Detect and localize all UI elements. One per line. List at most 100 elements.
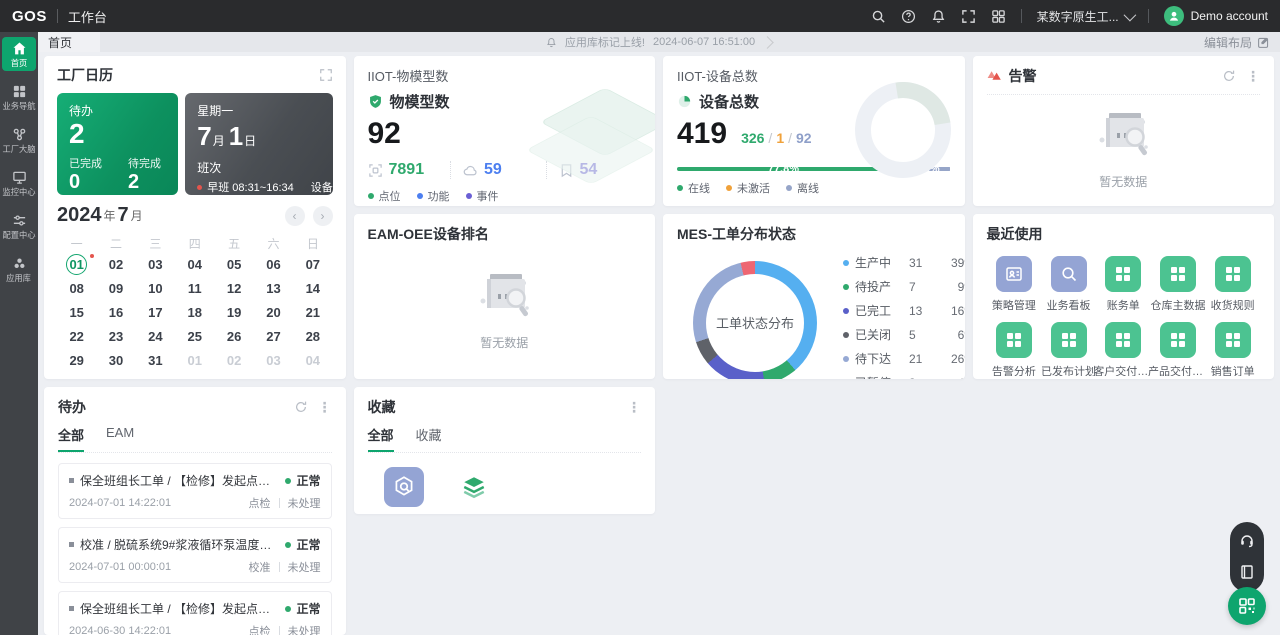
sliders-icon	[12, 213, 27, 228]
calendar-day[interactable]: 23	[96, 324, 135, 348]
sidebar-item-monitor-center[interactable]: 监控中心	[2, 166, 36, 200]
calendar-day[interactable]: 04	[293, 348, 332, 372]
calendar-day[interactable]: 12	[214, 276, 253, 300]
manual-icon[interactable]	[1239, 564, 1255, 580]
legend-item: 事件	[465, 188, 499, 204]
calendar-day[interactable]: 02	[214, 348, 253, 372]
cloud-icon	[463, 165, 477, 175]
more-icon[interactable]: ⋮	[1246, 69, 1260, 83]
tab-item[interactable]: EAM	[106, 425, 134, 452]
app-shortcut[interactable]: 客户交付计...	[1093, 322, 1153, 376]
app-shortcut[interactable]: 告警分析	[987, 322, 1042, 376]
app-shortcut[interactable]: 产品交付计...	[1148, 322, 1208, 376]
calendar-day[interactable]: 18	[175, 300, 214, 324]
app-icon	[1105, 322, 1142, 358]
weekday-label: 六	[267, 237, 280, 251]
calendar-day[interactable]: 22	[57, 324, 96, 348]
more-icon[interactable]: ⋮	[318, 400, 332, 414]
search-icon[interactable]	[871, 9, 886, 24]
calendar-day[interactable]: 02	[96, 252, 135, 276]
calendar-day[interactable]: 16	[96, 300, 135, 324]
todo-summary-card[interactable]: 待办 2 已完成 0 待完成 2	[57, 93, 179, 195]
announcement-bar[interactable]: 应用库标记上线! 2024-06-07 16:51:00	[546, 34, 774, 50]
calendar-day[interactable]: 08	[57, 276, 96, 300]
prev-month-button[interactable]: ‹	[284, 205, 305, 226]
app-shortcut[interactable]: 策略管理	[987, 256, 1042, 310]
today-card[interactable]: 星期一 7月1日 班次 早班 08:31~16:34 设备资产管理-EA	[185, 93, 333, 195]
fullscreen-icon[interactable]	[961, 9, 976, 24]
scan-icon	[368, 163, 382, 177]
app-shortcut[interactable]: 收货规则	[1205, 256, 1260, 310]
app-shortcut[interactable]: 已发布计划	[1041, 322, 1096, 376]
calendar-day[interactable]: 06	[254, 252, 293, 276]
account-menu[interactable]: Demo account	[1163, 6, 1268, 26]
calendar-day[interactable]: 14	[293, 276, 332, 300]
calendar-day[interactable]: 27	[254, 324, 293, 348]
calendar-day[interactable]: 09	[96, 276, 135, 300]
calendar-day[interactable]: 07	[293, 252, 332, 276]
card-title: 最近使用	[986, 226, 1043, 242]
calendar-day[interactable]: 20	[254, 300, 293, 324]
help-icon[interactable]	[901, 9, 916, 24]
todo-item[interactable]: 保全班组长工单 / 【检修】发起点检 ... 正常 2024-07-01 14:…	[58, 463, 332, 519]
tab-item[interactable]: 收藏	[416, 425, 442, 452]
sidebar-item-business-nav[interactable]: 业务导航	[2, 80, 36, 114]
weekday-row: 一二三四五六日	[57, 235, 333, 252]
app-icon	[1159, 256, 1196, 292]
calendar-day[interactable]: 03	[254, 348, 293, 372]
calendar-day[interactable]: 15	[57, 300, 96, 324]
headset-support-icon[interactable]	[1239, 532, 1255, 548]
fav-item[interactable]: 我的公告	[382, 467, 426, 514]
qr-code-button[interactable]	[1228, 587, 1266, 625]
calendar-day[interactable]: 11	[175, 276, 214, 300]
fav-item[interactable]: 设备类型	[452, 467, 496, 514]
calendar-day[interactable]: 21	[293, 300, 332, 324]
refresh-icon[interactable]	[294, 400, 308, 414]
app-icon	[1050, 322, 1087, 358]
calendar-day[interactable]: 19	[214, 300, 253, 324]
calendar-day[interactable]: 05	[214, 252, 253, 276]
app-shortcut[interactable]: 仓库主数据	[1150, 256, 1205, 310]
more-icon[interactable]: ⋮	[627, 400, 641, 414]
sidebar-item-app-library[interactable]: 应用库	[2, 252, 36, 286]
calendar-day[interactable]: 29	[57, 348, 96, 372]
stat-value: 7891	[388, 161, 425, 178]
app-shortcut[interactable]: 业务看板	[1041, 256, 1096, 310]
card-title: EAM-OEE设备排名	[367, 226, 489, 242]
calendar-day[interactable]: 17	[136, 300, 175, 324]
tab-item[interactable]: 全部	[367, 425, 394, 452]
calendar-day[interactable]: 01	[175, 348, 214, 372]
apps-grid-icon[interactable]	[991, 9, 1006, 24]
next-month-button[interactable]: ›	[312, 205, 333, 226]
calendar-day[interactable]: 10	[136, 276, 175, 300]
expand-icon[interactable]	[319, 68, 333, 82]
calendar-day[interactable]: 04	[175, 252, 214, 276]
app-shortcut[interactable]: 账务单	[1096, 256, 1151, 310]
edit-icon	[1258, 37, 1269, 48]
edit-layout-button[interactable]: 编辑布局	[1204, 34, 1280, 51]
refresh-icon[interactable]	[1222, 69, 1236, 83]
todo-item[interactable]: 校准 / 脱硫系统9#浆液循环泵温度校... 正常 2024-07-01 00:…	[58, 527, 332, 583]
calendar-day[interactable]: 03	[136, 252, 175, 276]
sidebar-item-home[interactable]: 首页	[2, 37, 36, 71]
weekday-label: 二	[110, 237, 123, 251]
bell-icon[interactable]	[931, 9, 946, 24]
calendar-day[interactable]: 13	[254, 276, 293, 300]
stat-value: 54	[579, 161, 598, 178]
todo-item[interactable]: 保全班组长工单 / 【检修】发起点检 ... 正常 2024-06-30 14:…	[58, 591, 332, 635]
sidebar-item-factory-brain[interactable]: 工厂大脑	[2, 123, 36, 157]
sidebar-item-label: 业务导航	[2, 101, 36, 111]
tab-item[interactable]: 全部	[58, 425, 85, 452]
calendar-day[interactable]: 25	[175, 324, 214, 348]
app-shortcut[interactable]: 销售订单	[1205, 322, 1260, 376]
calendar-day[interactable]: 24	[136, 324, 175, 348]
calendar-day[interactable]: 30	[96, 348, 135, 372]
sidebar-item-config-center[interactable]: 配置中心	[2, 209, 36, 243]
calendar-day[interactable]: 28	[293, 324, 332, 348]
card-title: 工厂日历	[57, 67, 113, 83]
calendar-day[interactable]: 26	[214, 324, 253, 348]
tab-home[interactable]: 首页	[38, 32, 100, 52]
calendar-day[interactable]: 01	[57, 252, 96, 276]
calendar-day[interactable]: 31	[136, 348, 175, 372]
tenant-switcher[interactable]: 某数字原生工...	[1037, 8, 1136, 25]
